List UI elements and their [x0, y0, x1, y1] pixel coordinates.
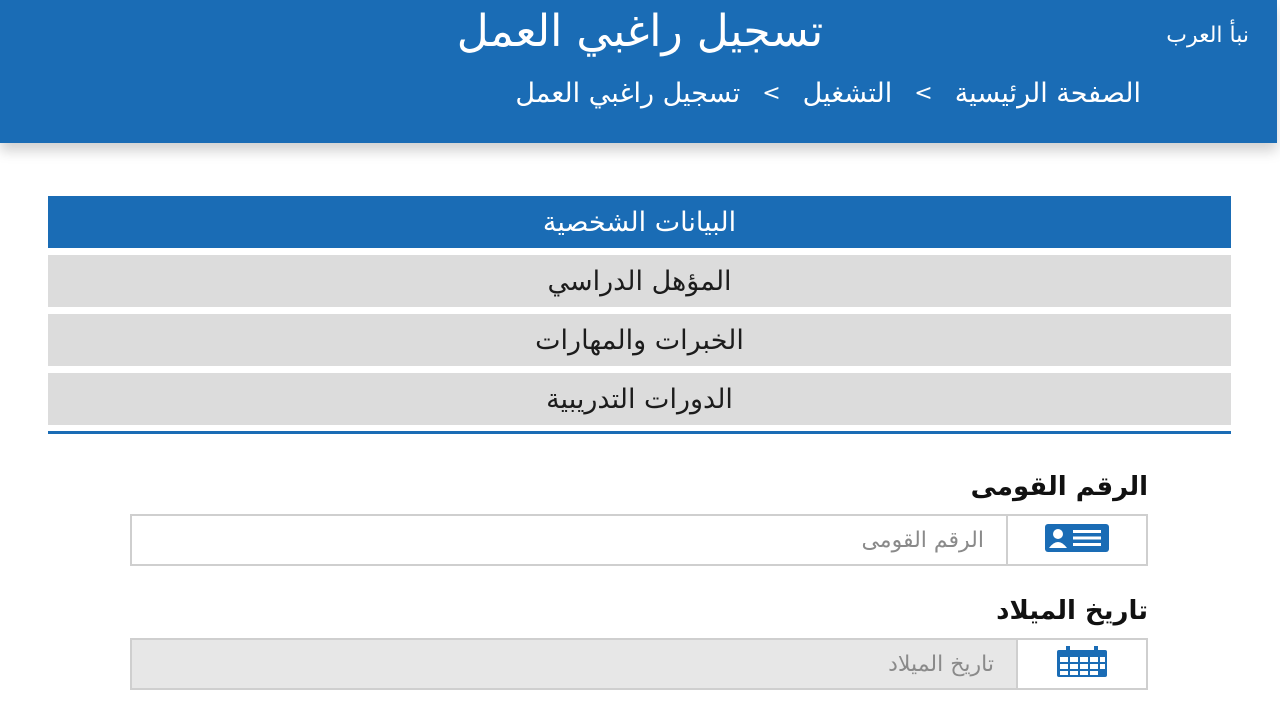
tab-education[interactable]: المؤهل الدراسي [48, 255, 1231, 307]
tabs-divider [48, 431, 1231, 434]
breadcrumb-home[interactable]: الصفحة الرئيسية [955, 74, 1141, 114]
breadcrumb-employment[interactable]: التشغيل [803, 74, 893, 114]
birth-date-label: تاريخ الميلاد [996, 596, 1148, 626]
breadcrumb-separator: > [762, 81, 781, 106]
page-header: تسجيل راغبي العمل نبأ العرب الصفحة الرئي… [0, 0, 1277, 143]
birth-date-input-group [130, 638, 1148, 690]
birth-date-input[interactable] [132, 640, 1016, 688]
form-tabs: البيانات الشخصية المؤهل الدراسي الخبرات … [48, 196, 1231, 432]
id-card-icon [1045, 524, 1109, 556]
tab-training-courses[interactable]: الدورات التدريبية [48, 373, 1231, 425]
national-id-addon [1006, 516, 1146, 564]
calendar-icon [1056, 646, 1108, 682]
tab-experience-skills[interactable]: الخبرات والمهارات [48, 314, 1231, 366]
birth-date-addon[interactable] [1016, 640, 1146, 688]
tab-personal-data[interactable]: البيانات الشخصية [48, 196, 1231, 248]
national-id-input[interactable] [132, 516, 1006, 564]
breadcrumb-separator: > [914, 81, 933, 106]
national-id-label: الرقم القومى [970, 472, 1148, 502]
breadcrumb: الصفحة الرئيسية > التشغيل > تسجيل راغبي … [515, 74, 1141, 114]
national-id-input-group [130, 514, 1148, 566]
page-title: تسجيل راغبي العمل [456, 6, 824, 57]
breadcrumb-current: تسجيل راغبي العمل [515, 78, 741, 109]
site-watermark: نبأ العرب [1166, 23, 1249, 48]
